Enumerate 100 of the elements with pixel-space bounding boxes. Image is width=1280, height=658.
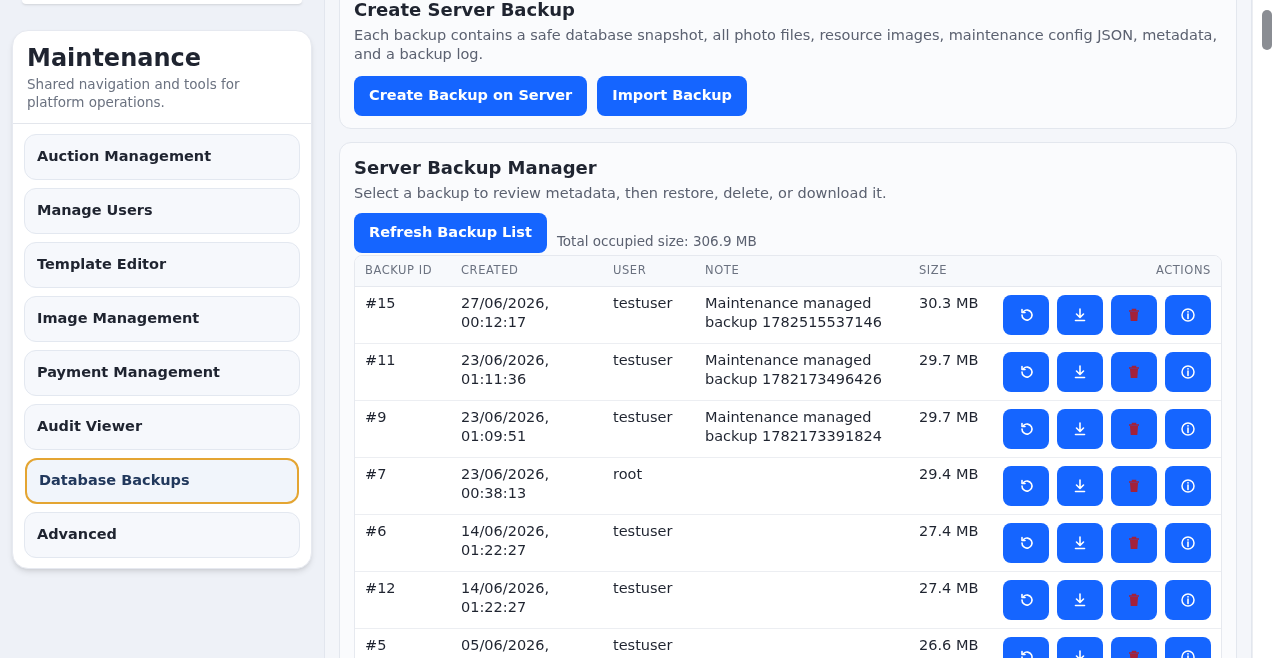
table-cell: #11 — [365, 351, 396, 368]
download-icon — [1072, 306, 1088, 323]
sidebar-item[interactable]: Audit Viewer — [24, 404, 300, 450]
trash-icon — [1126, 591, 1142, 608]
download-button[interactable] — [1057, 408, 1103, 449]
table-cell: 30.3 MB — [919, 294, 979, 311]
restore-icon — [1018, 477, 1034, 494]
table-cell: 14/06/2026, 01:22:27 — [461, 579, 550, 615]
table-cell: 14/06/2026, 01:22:27 — [461, 522, 550, 558]
table-cell: 26.6 MB — [919, 636, 979, 653]
table-cell: testuser — [613, 408, 673, 425]
download-icon — [1072, 591, 1088, 608]
info-icon — [1180, 420, 1196, 437]
download-icon — [1072, 420, 1088, 437]
table-cell: 23/06/2026, 01:11:36 — [461, 351, 550, 387]
table-cell: #15 — [365, 294, 396, 311]
table-cell: testuser — [613, 522, 673, 539]
column-header: SIZE — [909, 256, 991, 286]
delete-button[interactable] — [1111, 294, 1157, 335]
total-size-text: Total occupied size: 306.9 MB — [556, 231, 757, 251]
column-header: NOTE — [695, 256, 909, 286]
restore-button[interactable] — [1003, 522, 1049, 563]
info-button[interactable] — [1165, 579, 1211, 620]
trash-icon — [1126, 306, 1142, 323]
download-button[interactable] — [1057, 522, 1103, 563]
delete-button[interactable] — [1111, 351, 1157, 392]
restore-button[interactable] — [1003, 294, 1049, 335]
restore-button[interactable] — [1003, 408, 1049, 449]
restore-icon — [1018, 306, 1034, 323]
table-cell: 29.4 MB — [919, 465, 979, 482]
import-backup-button[interactable]: Import Backup — [597, 76, 747, 116]
download-button[interactable] — [1057, 294, 1103, 335]
table-cell: root — [613, 465, 643, 482]
sidebar-item[interactable]: Auction Management — [24, 134, 300, 180]
table-cell: Maintenance managed backup 1782173391824 — [705, 408, 882, 444]
section-title: Server Backup Manager — [354, 156, 598, 180]
table-cell: Maintenance managed backup 1782173496426 — [705, 351, 882, 387]
info-icon — [1180, 363, 1196, 380]
delete-button[interactable] — [1111, 465, 1157, 506]
section-title: Create Server Backup — [354, 0, 576, 22]
delete-button[interactable] — [1111, 579, 1157, 620]
column-header: ACTIONS — [991, 256, 1221, 286]
delete-button[interactable] — [1111, 522, 1157, 563]
trash-icon — [1126, 420, 1142, 437]
column-header: BACKUP ID — [355, 256, 451, 286]
info-button[interactable] — [1165, 408, 1211, 449]
info-button[interactable] — [1165, 465, 1211, 506]
restore-button[interactable] — [1003, 579, 1049, 620]
info-icon — [1180, 306, 1196, 323]
download-icon — [1072, 534, 1088, 551]
sidebar-item[interactable]: Template Editor — [24, 242, 300, 288]
table-cell: 27/06/2026, 00:12:17 — [461, 294, 550, 330]
info-button[interactable] — [1165, 294, 1211, 335]
restore-icon — [1018, 534, 1034, 551]
restore-icon — [1018, 363, 1034, 380]
column-header: USER — [603, 256, 695, 286]
trash-icon — [1126, 477, 1142, 494]
trash-icon — [1126, 363, 1142, 380]
download-button[interactable] — [1057, 465, 1103, 506]
table-cell: testuser — [613, 579, 673, 596]
sidebar-item[interactable]: Manage Users — [24, 188, 300, 234]
download-button[interactable] — [1057, 579, 1103, 620]
download-icon — [1072, 477, 1088, 494]
table-cell: Maintenance managed backup 1782515537146 — [705, 294, 882, 330]
table-cell: testuser — [613, 351, 673, 368]
restore-icon — [1018, 591, 1034, 608]
table-cell: 27.4 MB — [919, 579, 979, 596]
sidebar-item[interactable]: Payment Management — [24, 350, 300, 396]
info-icon — [1180, 591, 1196, 608]
section-description: Each backup contains a safe database snapshot, all photo files, resource images, maintenance config JSON, metadata, and a backup log. — [354, 26, 1219, 64]
table-cell: #7 — [365, 465, 387, 482]
table-cell: 29.7 MB — [919, 408, 979, 425]
refresh-button[interactable]: Refresh Backup List — [354, 213, 547, 253]
restore-button[interactable] — [1003, 351, 1049, 392]
sidebar-item[interactable]: Image Management — [24, 296, 300, 342]
download-button[interactable] — [1057, 351, 1103, 392]
table-cell: 27.4 MB — [919, 522, 979, 539]
scrollbar[interactable] — [1252, 0, 1280, 658]
info-button[interactable] — [1165, 351, 1211, 392]
info-button[interactable] — [1165, 522, 1211, 563]
table-cell: 05/06/2026, — [461, 636, 550, 653]
table-cell: testuser — [613, 636, 673, 653]
trash-icon — [1126, 534, 1142, 551]
table-cell: #12 — [365, 579, 396, 596]
info-icon — [1180, 477, 1196, 494]
delete-button[interactable] — [1111, 408, 1157, 449]
table-cell: #5 — [365, 636, 387, 653]
sidebar-item[interactable]: Database Backups — [25, 458, 299, 504]
column-header: CREATED — [451, 256, 603, 286]
create-backup-button[interactable]: Create Backup on Server — [354, 76, 588, 116]
sidebar-item[interactable]: Advanced — [24, 512, 300, 558]
table-cell: #9 — [365, 408, 387, 425]
restore-button[interactable] — [1003, 465, 1049, 506]
table-cell: 29.7 MB — [919, 351, 979, 368]
restore-icon — [1018, 420, 1034, 437]
info-icon — [1180, 534, 1196, 551]
sidebar-title: Maintenance — [27, 43, 202, 73]
table-cell: #6 — [365, 522, 387, 539]
table-cell: 23/06/2026, 01:09:51 — [461, 408, 550, 444]
sidebar-subtitle: Shared navigation and tools for platform operations. — [27, 75, 241, 111]
